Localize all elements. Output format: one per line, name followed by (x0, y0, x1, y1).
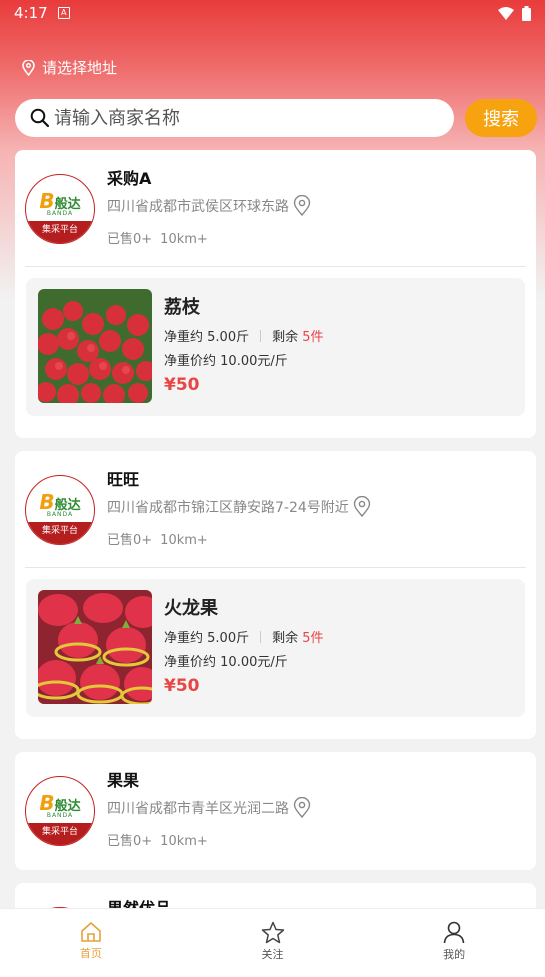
tab-home[interactable]: 首页 (0, 909, 182, 977)
store-meta: 已售0+ 10km+ (107, 529, 208, 548)
distance: 10km+ (160, 533, 208, 548)
star-icon (261, 921, 284, 944)
location-pin-icon[interactable] (353, 496, 371, 517)
search-box[interactable] (15, 99, 454, 137)
store-logo: B般达 BANDA 集采平台 (25, 475, 95, 545)
product-unit-price: 净重价约 10.00元/斤 (164, 354, 288, 369)
location-pin-icon[interactable] (293, 195, 311, 216)
product-name: 火龙果 (164, 598, 218, 619)
store-address: 四川省成都市锦江区静安路7-24号附近 (107, 496, 371, 517)
divider (25, 567, 526, 568)
store-logo: B般达 BANDA 集采平台 (25, 776, 95, 846)
bottom-tab-bar: 首页 关注 我的 (0, 908, 545, 977)
product-unit-price: 净重价约 10.00元/斤 (164, 655, 288, 670)
location-pin-icon (22, 59, 35, 76)
sold-count: 已售0+ (107, 834, 153, 849)
product-price: ¥50 (164, 375, 200, 395)
product-name: 荔枝 (164, 297, 200, 318)
divider (25, 266, 526, 267)
status-bar: 4:17 A (0, 0, 545, 26)
location-label: 请选择地址 (42, 59, 118, 77)
product-image-dragon-fruit (38, 590, 152, 704)
app-notification-icon: A (57, 7, 70, 19)
search-icon (30, 108, 50, 128)
tab-mine[interactable]: 我的 (363, 909, 545, 977)
search-input[interactable] (54, 107, 414, 129)
product-weight-stock: 净重约 5.00斤 剩余 5件 (164, 329, 324, 345)
status-time: 4:17 (14, 4, 48, 22)
store-card[interactable]: B般达 BANDA 集采平台 采购A 四川省成都市武侯区环球东路 已售0+ 10k… (15, 150, 536, 438)
product-card[interactable]: 荔枝 净重约 5.00斤 剩余 5件 净重价约 10.00元/斤 ¥50 (26, 278, 525, 416)
location-pin-icon[interactable] (293, 797, 311, 818)
tab-follow[interactable]: 关注 (182, 909, 364, 977)
store-logo: B般达 BANDA 集采平台 (25, 174, 95, 244)
store-card[interactable]: B般达 BANDA 集采平台 旺旺 四川省成都市锦江区静安路7-24号附近 已售… (15, 451, 536, 739)
sold-count: 已售0+ (107, 533, 153, 548)
search-button[interactable]: 搜索 (465, 99, 537, 137)
store-name: 果果 (107, 771, 140, 790)
product-weight-stock: 净重约 5.00斤 剩余 5件 (164, 630, 324, 646)
distance: 10km+ (160, 232, 208, 247)
home-icon (81, 922, 101, 942)
store-card[interactable]: B般达 BANDA 集采平台 果果 四川省成都市青羊区光润二路 已售0+ 10km… (15, 752, 536, 870)
search-bar: 搜索 (15, 99, 537, 137)
wifi-icon (498, 6, 514, 20)
store-address: 四川省成都市武侯区环球东路 (107, 195, 311, 216)
location-selector[interactable]: 请选择地址 (22, 57, 117, 78)
store-name: 旺旺 (107, 470, 140, 489)
store-meta: 已售0+ 10km+ (107, 830, 208, 849)
store-name: 采购A (107, 169, 152, 188)
store-meta: 已售0+ 10km+ (107, 228, 208, 247)
user-icon (443, 921, 465, 944)
sold-count: 已售0+ (107, 232, 153, 247)
distance: 10km+ (160, 834, 208, 849)
product-price: ¥50 (164, 676, 200, 696)
store-address: 四川省成都市青羊区光润二路 (107, 797, 311, 818)
product-card[interactable]: 火龙果 净重约 5.00斤 剩余 5件 净重价约 10.00元/斤 ¥50 (26, 579, 525, 717)
battery-icon (522, 5, 531, 21)
product-image-lychee (38, 289, 152, 403)
